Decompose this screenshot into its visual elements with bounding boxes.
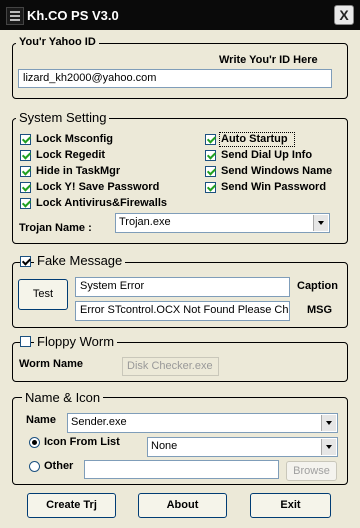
system-setting-legend: System Setting xyxy=(16,110,110,125)
chevron-down-icon[interactable] xyxy=(321,415,336,431)
checkbox-lock-y-save-password[interactable] xyxy=(20,182,31,193)
name-combo[interactable]: Sender.exe xyxy=(67,413,338,433)
checkbox-lock-antivirus-firewalls[interactable] xyxy=(20,198,31,209)
checkbox-send-dial-up-info[interactable] xyxy=(205,150,216,161)
caption-input[interactable]: System Error xyxy=(75,277,290,297)
name-icon-legend: Name & Icon xyxy=(22,390,104,405)
msg-label: MSG xyxy=(307,304,333,316)
msg-input[interactable]: Error STcontrol.OCX Not Found Please Che… xyxy=(75,301,290,321)
checkbox-label[interactable]: Lock Msconfig xyxy=(36,133,113,145)
icon-list-combo[interactable]: None xyxy=(147,437,338,457)
create-trojan-button[interactable]: Create Trj xyxy=(27,493,116,518)
checkbox-send-win-password[interactable] xyxy=(205,182,216,193)
floppy-worm-checkbox[interactable] xyxy=(20,336,31,347)
checkbox-label[interactable]: Hide in TaskMgr xyxy=(36,165,120,177)
browse-button[interactable]: Browse xyxy=(286,461,337,481)
trojan-name-combo[interactable]: Trojan.exe xyxy=(115,213,330,233)
trojan-name-label: Trojan Name : xyxy=(19,222,92,234)
icon-from-list-radio[interactable] xyxy=(29,437,40,448)
worm-name-label: Worm Name xyxy=(19,358,83,370)
checkbox-send-windows-name[interactable] xyxy=(205,166,216,177)
fake-message-checkbox[interactable] xyxy=(20,256,31,267)
checkbox-label[interactable]: Send Win Password xyxy=(221,181,326,193)
yahoo-id-input[interactable]: lizard_kh2000@yahoo.com xyxy=(18,69,332,88)
trojan-name-value: Trojan.exe xyxy=(119,216,171,228)
icon-list-value: None xyxy=(151,440,178,452)
checkbox-lock-regedit[interactable] xyxy=(20,150,31,161)
checkbox-auto-startup[interactable] xyxy=(205,134,216,145)
checkbox-label[interactable]: Lock Regedit xyxy=(36,149,105,161)
checkbox-hide-in-taskmgr[interactable] xyxy=(20,166,31,177)
checkbox-label[interactable]: Send Dial Up Info xyxy=(221,149,312,161)
worm-name-input[interactable]: Disk Checker.exe xyxy=(122,357,219,376)
focus-rectangle xyxy=(219,132,295,147)
checkbox-label[interactable]: Send Windows Name xyxy=(221,165,332,177)
fake-message-legend: Fake Message xyxy=(34,253,126,268)
chevron-down-icon[interactable] xyxy=(313,215,328,231)
exit-button[interactable]: Exit xyxy=(250,493,331,518)
name-value: Sender.exe xyxy=(71,416,127,428)
test-button[interactable]: Test xyxy=(18,279,68,310)
caption-label: Caption xyxy=(297,280,338,292)
floppy-worm-legend: Floppy Worm xyxy=(34,334,118,349)
title-bar: Kh.CO PS V3.0 X xyxy=(0,0,360,30)
about-button[interactable]: About xyxy=(138,493,227,518)
yahoo-id-legend: You'r Yahoo ID xyxy=(16,36,99,48)
other-label[interactable]: Other xyxy=(44,460,73,472)
checkbox-label[interactable]: Lock Antivirus&Firewalls xyxy=(36,197,167,209)
icon-from-list-label[interactable]: Icon From List xyxy=(44,436,120,448)
other-radio[interactable] xyxy=(29,461,40,472)
name-label: Name xyxy=(26,414,56,426)
checkbox-lock-msconfig[interactable] xyxy=(20,134,31,145)
app-icon xyxy=(6,7,24,25)
chevron-down-icon[interactable] xyxy=(321,439,336,455)
other-icon-input[interactable] xyxy=(84,460,279,479)
checkbox-label[interactable]: Lock Y! Save Password xyxy=(36,181,159,193)
window-title: Kh.CO PS V3.0 xyxy=(27,8,119,23)
close-button[interactable]: X xyxy=(334,5,354,25)
yahoo-id-hint: Write You'r ID Here xyxy=(219,54,318,66)
